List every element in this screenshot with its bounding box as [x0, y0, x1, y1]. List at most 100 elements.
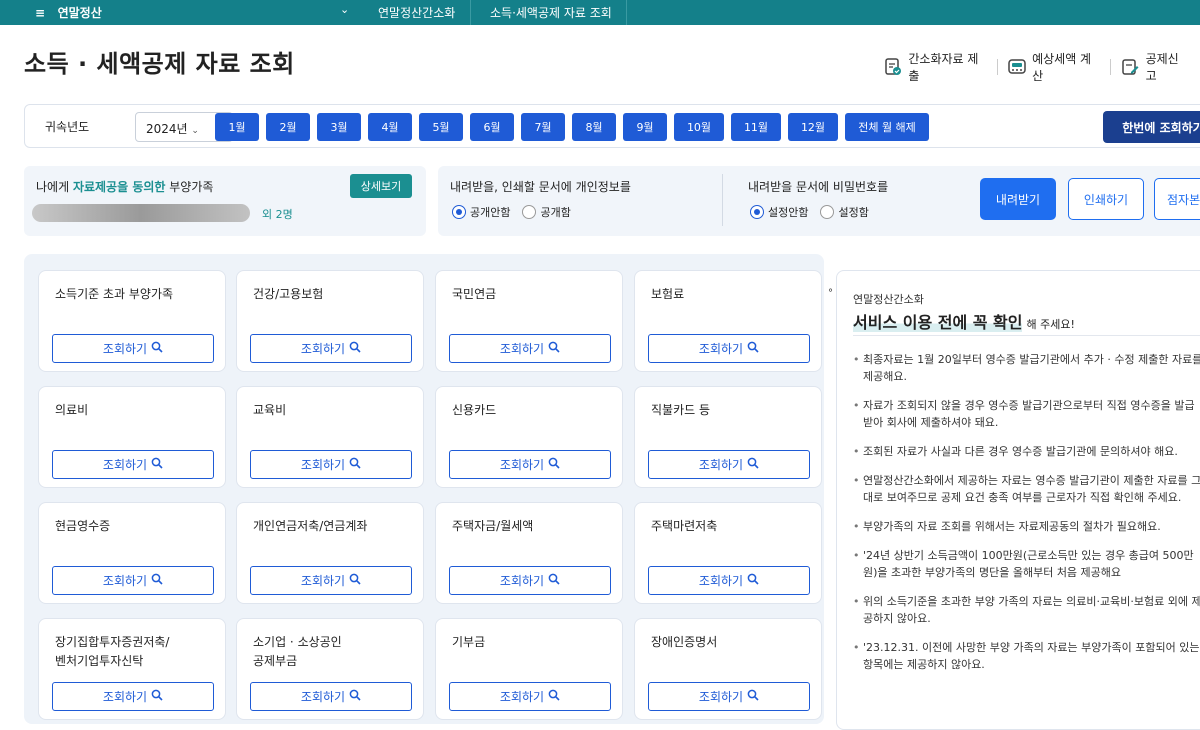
- print-button[interactable]: 인쇄하기: [1068, 178, 1144, 220]
- dependents-title-highlight: 자료제공을 동의한: [72, 180, 166, 194]
- month-button-10[interactable]: 10월: [674, 113, 724, 141]
- download-options-panel: 내려받을, 인쇄할 문서에 개인정보를 공개안함 공개함 내려받을 문서에 비밀…: [438, 166, 1200, 236]
- query-button[interactable]: 조회하기: [449, 566, 611, 595]
- submit-simplified-data-button[interactable]: 간소화자료 제출: [884, 50, 983, 84]
- month-button-1[interactable]: 1월: [215, 113, 259, 141]
- menu-button[interactable]: ≡ 연말정산: [35, 4, 102, 21]
- password-question: 내려받을 문서에 비밀번호를: [748, 180, 889, 194]
- category-name: 교육비: [253, 403, 287, 417]
- query-button[interactable]: 조회하기: [250, 450, 412, 479]
- braille-button[interactable]: 점자본: [1154, 178, 1200, 220]
- query-button-label: 조회하기: [499, 690, 545, 704]
- top-navigation-bar: ≡ 연말정산 ⌄ 연말정산간소화 소득·세액공제 자료 조회: [0, 0, 1200, 25]
- search-icon: [548, 457, 560, 472]
- search-icon: [151, 573, 163, 588]
- query-all-button[interactable]: 한번에 조회하기: [1103, 111, 1200, 143]
- calculator-icon: [1008, 57, 1026, 77]
- estimate-tax-button[interactable]: 예상세액 계산: [1008, 50, 1097, 84]
- category-name: 개인연금저축/연금계좌: [253, 519, 368, 533]
- menu-label: 연말정산: [57, 6, 102, 20]
- query-button-label: 조회하기: [102, 574, 148, 588]
- form-edit-icon: [1121, 57, 1139, 77]
- page-title: 소득 · 세액공제 자료 조회: [24, 50, 295, 78]
- radio-unselected-icon: [522, 205, 537, 219]
- radio-hide-personal-info[interactable]: 공개안함: [452, 204, 510, 220]
- month-button-4[interactable]: 4월: [368, 113, 412, 141]
- month-button-3[interactable]: 3월: [317, 113, 361, 141]
- search-icon: [747, 457, 759, 472]
- breadcrumb-divider: [470, 0, 471, 25]
- query-button-label: 조회하기: [698, 690, 744, 704]
- category-name: 현금영수증: [55, 519, 111, 533]
- chevron-down-icon: ⌄: [191, 126, 199, 136]
- category-card: 장기집합투자증권저축/ 벤처기업투자신탁 조회하기: [38, 618, 226, 720]
- query-button[interactable]: 조회하기: [449, 334, 611, 363]
- query-button[interactable]: 조회하기: [250, 334, 412, 363]
- query-button[interactable]: 조회하기: [648, 450, 810, 479]
- deduction-report-button[interactable]: 공제신고: [1121, 50, 1186, 84]
- query-button[interactable]: 조회하기: [250, 566, 412, 595]
- category-card: 기부금 조회하기: [435, 618, 623, 720]
- query-button[interactable]: 조회하기: [250, 682, 412, 711]
- dependents-detail-button[interactable]: 상세보기: [350, 174, 412, 198]
- query-button[interactable]: 조회하기: [648, 566, 810, 595]
- category-card: 보험료 조회하기: [634, 270, 822, 372]
- search-icon: [349, 573, 361, 588]
- query-button[interactable]: 조회하기: [52, 682, 214, 711]
- category-card: 주택마련저축 조회하기: [634, 502, 822, 604]
- personal-info-question: 내려받을, 인쇄할 문서에 개인정보를: [450, 180, 631, 194]
- breadcrumb-item-1[interactable]: 연말정산간소화: [378, 4, 455, 21]
- notice-headline: 서비스 이용 전에 꼭 확인 해 주세요!: [853, 309, 1075, 333]
- month-button-11[interactable]: 11월: [731, 113, 781, 141]
- query-button[interactable]: 조회하기: [449, 682, 611, 711]
- notice-headline-main: 서비스 이용 전에 꼭 확인: [853, 313, 1023, 332]
- query-button-label: 조회하기: [300, 458, 346, 472]
- category-name: 주택자금/월세액: [452, 519, 534, 533]
- dependents-others-count: 외 2명: [262, 208, 293, 221]
- notice-item: 최종자료는 1월 20일부터 영수증 발급기관에서 추가 · 수정 제출한 자료…: [853, 351, 1200, 385]
- clear-all-months-button[interactable]: 전체 월 해제: [845, 113, 929, 141]
- month-button-7[interactable]: 7월: [521, 113, 565, 141]
- submit-simplified-data-label: 간소화자료 제출: [908, 52, 979, 83]
- month-button-2[interactable]: 2월: [266, 113, 310, 141]
- notice-item: '23.12.31. 이전에 사망한 부양 가족의 자료는 부양가족이 포함되어…: [853, 639, 1200, 673]
- divider: [853, 335, 1200, 336]
- query-button-label: 조회하기: [300, 690, 346, 704]
- query-button[interactable]: 조회하기: [449, 450, 611, 479]
- query-button[interactable]: 조회하기: [52, 566, 214, 595]
- month-button-12[interactable]: 12월: [788, 113, 838, 141]
- query-button[interactable]: 조회하기: [52, 450, 214, 479]
- query-button[interactable]: 조회하기: [648, 334, 810, 363]
- category-card: 현금영수증조회하기: [38, 502, 226, 604]
- radio-set-password[interactable]: 설정함: [820, 204, 869, 220]
- radio-show-personal-info[interactable]: 공개함: [522, 204, 571, 220]
- search-icon: [151, 457, 163, 472]
- month-button-6[interactable]: 6월: [470, 113, 514, 141]
- month-button-8[interactable]: 8월: [572, 113, 616, 141]
- query-button-label: 조회하기: [102, 342, 148, 356]
- category-card: 교육비조회하기: [236, 386, 424, 488]
- category-card: 소기업 · 소상공인 공제부금 조회하기: [236, 618, 424, 720]
- category-card: 의료비 조회하기: [38, 386, 226, 488]
- download-button[interactable]: 내려받기: [980, 178, 1056, 220]
- category-card: 건강/고용보험 조회하기: [236, 270, 424, 372]
- dependents-panel: 나에게 자료제공을 동의한 부양가족 상세보기 외 2명: [24, 166, 426, 236]
- query-button[interactable]: 조회하기: [52, 334, 214, 363]
- chevron-down-icon[interactable]: ⌄: [340, 3, 349, 16]
- query-button-label: 조회하기: [300, 342, 346, 356]
- personal-info-radio-group: 공개안함 공개함: [452, 204, 571, 220]
- bullet-dot: °: [828, 288, 833, 299]
- estimate-tax-label: 예상세액 계산: [1032, 52, 1092, 83]
- notice-item: 연말정산간소화에서 제공하는 자료는 영수증 발급기관이 제출한 자료를 그대로…: [853, 472, 1200, 506]
- search-icon: [548, 689, 560, 704]
- radio-no-password[interactable]: 설정안함: [750, 204, 808, 220]
- radio-label: 공개안함: [470, 206, 511, 219]
- month-button-9[interactable]: 9월: [623, 113, 667, 141]
- month-button-5[interactable]: 5월: [419, 113, 463, 141]
- breadcrumb-item-2[interactable]: 소득·세액공제 자료 조회: [490, 4, 612, 21]
- notice-item: 자료가 조회되지 않을 경우 영수증 발급기관으로부터 직접 영수증을 발급받아…: [853, 397, 1200, 431]
- query-button-label: 조회하기: [102, 458, 148, 472]
- query-button[interactable]: 조회하기: [648, 682, 810, 711]
- search-icon: [349, 341, 361, 356]
- category-card: 국민연금 조회하기: [435, 270, 623, 372]
